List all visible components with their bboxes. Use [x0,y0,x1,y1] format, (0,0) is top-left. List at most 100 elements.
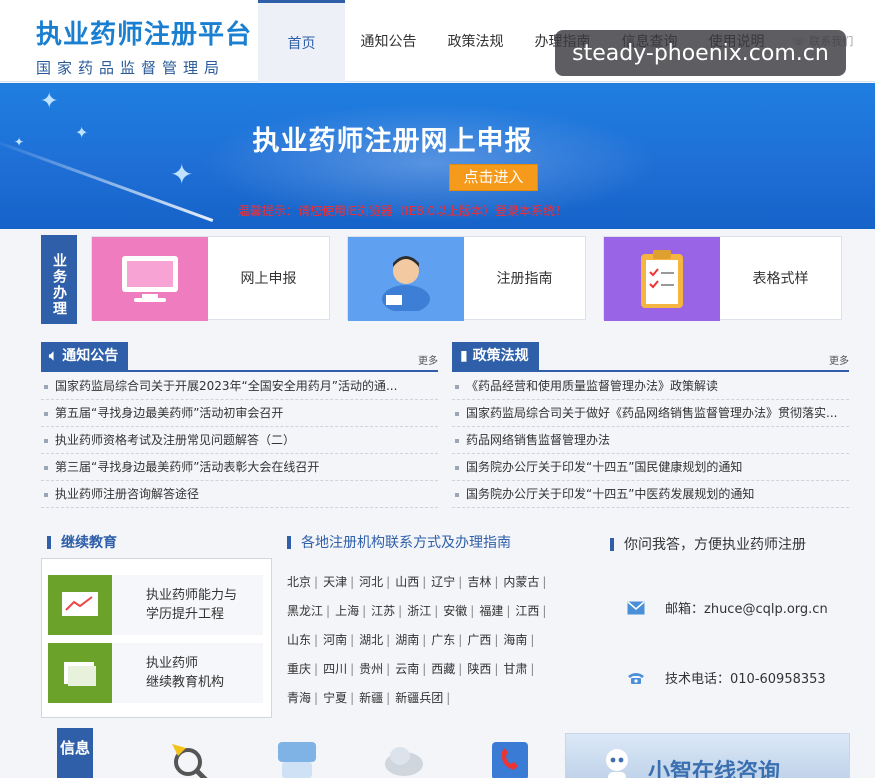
region-separator: | [494,633,499,647]
notices-title: 通知公告 [62,348,119,364]
region-link[interactable]: 安徽 [443,604,467,618]
list-item[interactable]: 执业药师资格考试及注册常见问题解答（二） [41,427,438,454]
list-item[interactable]: 第三届“寻找身边最美药师”活动表彰大会在线召开 [41,454,438,481]
education-heading: 继续教育 [47,532,117,552]
page: 执业药师注册平台 国家药品监督管理局 首页 通知公告 政策法规 办理指南 信息查… [0,0,875,778]
list-item[interactable]: 第五届“寻找身边最美药师”活动初审会召开 [41,400,438,427]
nav-policies[interactable]: 政策法规 [432,0,519,82]
service-guide[interactable]: 注册指南 [347,236,586,321]
brand[interactable]: 执业药师注册平台 国家药品监督管理局 [36,14,252,78]
cloud-icon[interactable] [382,738,426,778]
region-link[interactable]: 江西 [515,604,539,618]
phone-text[interactable]: 技术电话：010-60958353 [665,668,826,687]
qa-heading: 你问我答，方便执业药师注册 [610,534,806,554]
region-link[interactable]: 辽宁 [431,575,455,589]
region-row: 山东 | 河南 | 湖北 | 湖南 | 广东 | 广西 | 海南 | [287,626,562,655]
list-item[interactable]: 国务院办公厅关于印发“十四五”国民健康规划的通知 [452,454,849,481]
education-item-institution[interactable]: 执业药师 继续教育机构 [48,643,263,703]
services-tab: 业务办理 [41,235,77,324]
region-row: 北京 | 天津 | 河北 | 山西 | 辽宁 | 吉林 | 内蒙古 | [287,568,562,597]
region-separator: | [530,633,535,647]
region-link[interactable]: 贵州 [359,662,383,676]
region-separator: | [458,575,463,589]
qa-chat-icon[interactable] [276,738,320,778]
nav-notices[interactable]: 通知公告 [345,0,432,82]
region-separator: | [314,575,319,589]
robot-icon [606,749,628,778]
region-row: 青海 | 宁夏 | 新疆 | 新疆兵团 | [287,684,562,713]
region-link[interactable]: 湖南 [395,633,419,647]
region-link[interactable]: 新疆兵团 [395,691,443,705]
region-separator: | [542,604,547,618]
list-item[interactable]: 国家药监局综合司关于做好《药品网络销售监督管理办法》贯彻落实... [452,400,849,427]
region-link[interactable]: 内蒙古 [503,575,539,589]
magnifier-icon[interactable] [166,738,210,778]
region-link[interactable]: 天津 [323,575,347,589]
email-text[interactable]: 邮箱：zhuce@cqlp.org.cn [665,598,828,617]
list-item[interactable]: 执业药师注册咨询解答途径 [41,481,438,508]
education-box: 执业药师能力与 学历提升工程 执业药师 继续教育机构 [41,558,272,718]
star-icon: ✦ [40,89,59,114]
region-link[interactable]: 福建 [479,604,503,618]
region-link[interactable]: 吉林 [467,575,491,589]
region-link[interactable]: 山东 [287,633,311,647]
service-forms[interactable]: 表格式样 [603,236,842,321]
region-link[interactable]: 青海 [287,691,311,705]
region-link[interactable]: 云南 [395,662,419,676]
region-link[interactable]: 宁夏 [323,691,347,705]
region-link[interactable]: 上海 [335,604,359,618]
region-separator: | [422,633,427,647]
speaker-icon: 🔈︎ [49,348,58,364]
ai-consult-banner[interactable]: 小智在线咨询 [565,733,850,778]
region-link[interactable]: 湖北 [359,633,383,647]
service-label: 注册指南 [496,271,553,287]
region-separator: | [530,662,535,676]
region-grid: 北京 | 天津 | 河北 | 山西 | 辽宁 | 吉林 | 内蒙古 | 黑龙江 | 上海 | 江苏 | 浙江 | 安徽 | 福建… [287,568,562,713]
region-separator: | [398,604,403,618]
region-link[interactable]: 浙江 [407,604,431,618]
region-link[interactable]: 甘肃 [503,662,527,676]
region-link[interactable]: 西藏 [431,662,455,676]
region-link[interactable]: 新疆 [359,691,383,705]
region-link[interactable]: 江苏 [371,604,395,618]
region-link[interactable]: 重庆 [287,662,311,676]
education-line: 执业药师能力与 [146,588,238,603]
service-online-apply[interactable]: 网上申报 [91,236,330,321]
region-separator: | [314,691,319,705]
region-link[interactable]: 广西 [467,633,491,647]
site-title: 执业药师注册平台 [36,20,253,50]
nav-home[interactable]: 首页 [258,0,345,82]
region-link[interactable]: 四川 [323,662,347,676]
region-link[interactable]: 河南 [323,633,347,647]
service-label: 网上申报 [240,271,297,287]
region-link[interactable]: 黑龙江 [287,604,323,618]
policies-tab[interactable]: ▮ 政策法规 [452,342,539,370]
region-link[interactable]: 海南 [503,633,527,647]
enter-button[interactable]: 点击进入 [449,164,538,191]
region-link[interactable]: 广东 [431,633,455,647]
heading-bar [610,538,614,551]
region-separator: | [494,662,499,676]
education-item-capability[interactable]: 执业药师能力与 学历提升工程 [48,575,263,635]
hotline-icon[interactable] [488,738,532,778]
notices-tab[interactable]: 🔈︎ 通知公告 [41,342,129,370]
region-separator: | [350,691,355,705]
policies-more-link[interactable]: 更多 [829,352,849,367]
list-item[interactable]: 药品网络销售监督管理办法 [452,427,849,454]
region-separator: | [362,604,367,618]
region-row: 重庆 | 四川 | 贵州 | 云南 | 西藏 | 陕西 | 甘肃 | [287,655,562,684]
region-link[interactable]: 陕西 [467,662,491,676]
folder-icon [48,643,112,703]
region-separator: | [422,575,427,589]
region-link[interactable]: 北京 [287,575,311,589]
ai-consult-title: 小智在线咨询 [648,760,781,778]
notices-more-link[interactable]: 更多 [418,352,438,367]
list-item[interactable]: 国务院办公厅关于印发“十四五”中医药发展规划的通知 [452,481,849,508]
chart-board-icon [48,575,112,635]
list-item[interactable]: 《药品经营和使用质量监督管理办法》政策解读 [452,373,849,400]
region-link[interactable]: 山西 [395,575,419,589]
notices-list: 国家药监局综合司关于开展2023年“全国安全用药月”活动的通... 第五届“寻找… [41,373,438,508]
regions-title: 各地注册机构联系方式及办理指南 [301,535,511,551]
region-link[interactable]: 河北 [359,575,383,589]
list-item[interactable]: 国家药监局综合司关于开展2023年“全国安全用药月”活动的通... [41,373,438,400]
